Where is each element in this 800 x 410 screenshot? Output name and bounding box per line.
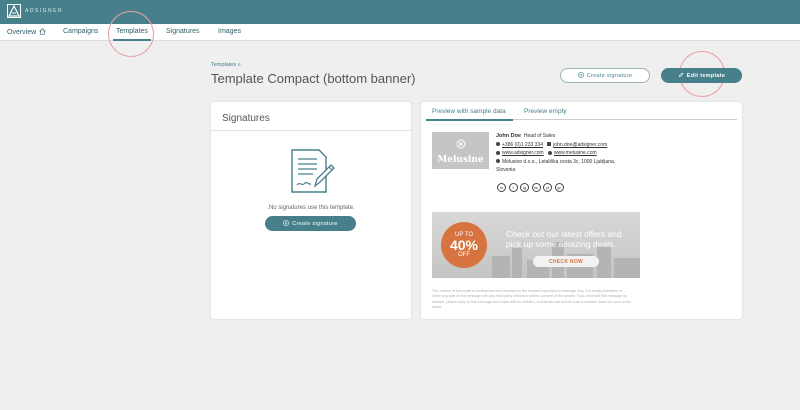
signature-email[interactable]: john.doe@adsigner.com [553,142,607,148]
signature-country: Slovenia [496,167,516,174]
plus-circle-icon [577,71,584,80]
signature-name: John Doe [496,133,522,139]
globe-icon [496,150,500,155]
gallery-icon[interactable]: gr [554,183,564,192]
signature-website-1[interactable]: www.adsigner.com [502,150,544,156]
document-signature-icon [289,148,335,199]
button-label: Create signature [292,220,338,227]
nav-item-label: Campaigns [63,28,99,35]
skyline-shape [614,258,640,278]
discount-badge: UP TO 40% OFF [441,222,487,268]
card-create-signature-button[interactable]: Create signature [265,216,356,231]
preview-card: Preview with sample data Preview empty M… [421,102,742,319]
tab-preview-sample-data[interactable]: Preview with sample data [432,108,506,115]
main-nav: Overview Campaigns Templates Signatures … [0,24,800,41]
breadcrumb[interactable]: Templates » [211,62,241,68]
pencil-icon [678,71,684,80]
promo-banner[interactable]: UP TO 40% OFF Check out our latest offer… [432,212,640,278]
signature-details: John Doe Head of Sales +386 (0)1 233 334… [496,132,615,175]
divider [211,130,411,131]
edit-template-button[interactable]: Edit template [661,68,742,83]
skyline-shape [597,246,611,278]
email-icon [547,142,552,147]
nav-item-campaigns[interactable]: Campaigns [63,28,98,35]
nav-item-label: Signatures [166,28,200,35]
social-icons: in f ig tw yt gr [497,183,564,192]
nav-item-label: Templates [116,28,148,35]
nav-item-images[interactable]: Images [218,28,241,35]
badge-bottom-text: OFF [458,252,470,258]
nav-item-signatures[interactable]: Signatures [166,28,199,35]
instagram-icon[interactable]: ig [520,183,529,192]
phone-icon [496,142,500,147]
signature-website-2[interactable]: www.melusine.com [554,150,597,156]
nav-item-label: Images [218,28,241,35]
skyline-shape [492,256,510,278]
empty-state-text: .No signatures use this template. [267,205,355,211]
signature-address: Melusine d.o.o., Letališka cesta 3c, 100… [502,158,616,165]
adsigner-logo-icon[interactable] [7,4,21,18]
email-disclaimer: The content of this email is confidentia… [432,289,632,309]
company-logo: Melusine [432,132,489,169]
linkedin-icon[interactable]: in [497,183,506,192]
page-title: Template Compact (bottom banner) [211,71,416,86]
logo-text: Melusine [437,155,484,165]
location-pin-icon [496,159,500,164]
button-label: Create signature [586,72,633,79]
plus-circle-icon [283,219,290,228]
nav-item-overview[interactable]: Overview [7,28,46,37]
signature-title: Head of Sales [523,133,556,139]
create-signature-button[interactable]: Create signature [560,68,650,83]
youtube-icon[interactable]: yt [543,183,552,192]
banner-headline: Check out our latest offers and pick up … [506,229,622,249]
badge-value: 40% [449,237,479,253]
globe-icon [547,150,552,155]
logo-mark-icon [456,136,466,154]
tab-preview-empty[interactable]: Preview empty [524,108,567,115]
facebook-icon[interactable]: f [508,183,518,192]
home-icon [39,28,46,37]
nav-item-templates[interactable]: Templates [113,28,151,41]
signature-phone[interactable]: +386 (0)1 233 334 [502,142,543,148]
nav-item-label: Overview [7,29,37,36]
skyline-shape [512,248,522,278]
top-bar: ADSIGNER [0,0,800,24]
signatures-card-title: Signatures [222,113,270,124]
brand-name: ADSIGNER [25,8,64,14]
button-label: Edit template [686,72,726,79]
signatures-card: Signatures .No signatures use this templ… [211,102,411,319]
twitter-icon[interactable]: tw [531,183,541,192]
check-now-button[interactable]: CHECK NOW [533,256,599,267]
active-tab-indicator [426,119,513,121]
